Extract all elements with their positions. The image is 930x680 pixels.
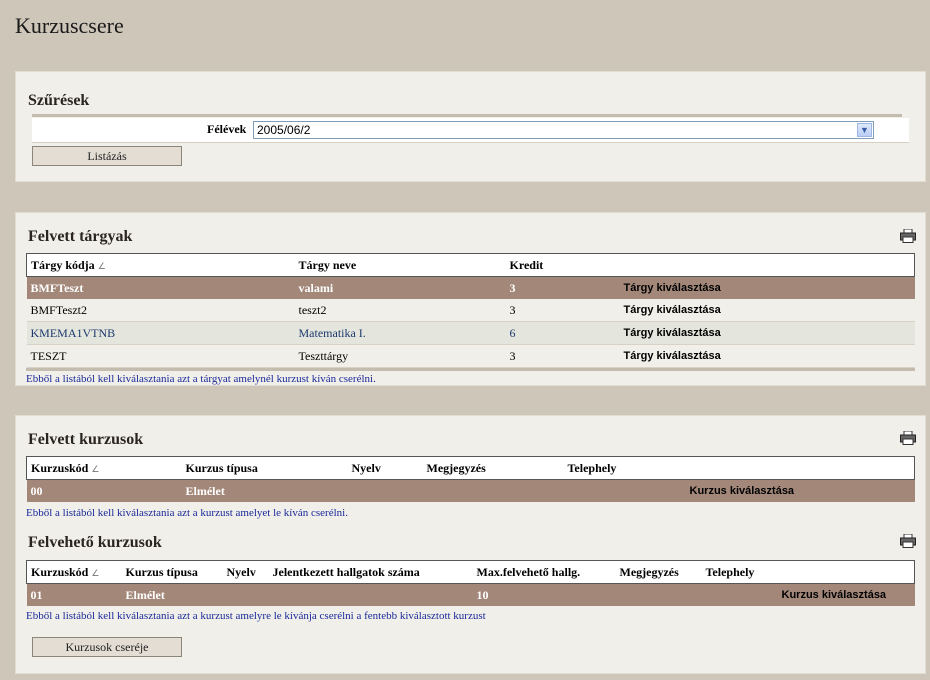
select-subject-link[interactable]: Tárgy kiválasztása (619, 276, 915, 299)
subject-name: teszt2 (294, 299, 506, 322)
printer-icon[interactable] (900, 534, 916, 548)
printer-icon[interactable] (900, 229, 916, 243)
course-language (347, 479, 423, 502)
courses-panel: Felvett kurzusok Kurzuskód ∠ Kurzus típu… (15, 415, 926, 674)
col-subject-name: Tárgy neve (294, 253, 506, 277)
semester-filter-row: Félévek 2005/06/2 ▼ (32, 118, 909, 143)
sort-ascending-icon[interactable]: ∠ (98, 261, 106, 271)
course-code: 00 (26, 479, 182, 502)
taken-courses-table: Kurzuskód ∠ Kurzus típusa Nyelv Megjegyz… (26, 456, 915, 502)
select-subject-link[interactable]: Tárgy kiválasztása (619, 344, 915, 368)
available-courses-hint: Ebből a listából kell kiválasztania azt … (26, 610, 486, 622)
course-site (563, 479, 686, 502)
course-note (615, 583, 702, 606)
table-row[interactable]: TESZT Teszttárgy 3 Tárgy kiválasztása (26, 344, 915, 368)
col-site: Telephely (563, 456, 686, 480)
col-note: Megjegyzés (422, 456, 564, 480)
col-course-type: Kurzus típusa (181, 456, 348, 480)
filters-title: Szűrések (28, 92, 90, 109)
table-row[interactable]: 00 Elmélet Kurzus kiválasztása (26, 479, 915, 502)
col-subject-code[interactable]: Tárgy kódja ∠ (26, 253, 295, 277)
course-applied (268, 583, 473, 606)
subjects-divider (26, 368, 915, 371)
subject-code: BMFTeszt2 (26, 299, 295, 322)
printer-icon[interactable] (900, 431, 916, 445)
subjects-table: Tárgy kódja ∠ Tárgy neve Kredit BMFTeszt… (26, 253, 915, 368)
select-course-link[interactable]: Kurzus kiválasztása (685, 479, 915, 502)
subject-credit: 3 (505, 276, 620, 299)
taken-courses-header-row: Kurzuskód ∠ Kurzus típusa Nyelv Megjegyz… (26, 456, 915, 480)
subject-code: KMEMA1VTNB (26, 321, 295, 345)
table-row[interactable]: BMFTeszt valami 3 Tárgy kiválasztása (26, 276, 915, 299)
col-language: Nyelv (222, 560, 269, 584)
filters-divider (32, 114, 902, 117)
semester-select[interactable]: 2005/06/2 ▼ (253, 121, 874, 139)
subject-name: valami (294, 276, 506, 299)
course-code: 01 (26, 583, 122, 606)
available-courses-title: Felvehető kurzusok (28, 534, 162, 551)
semester-label: Félévek (207, 122, 247, 136)
col-course-code[interactable]: Kurzuskód ∠ (26, 560, 122, 584)
table-row[interactable]: KMEMA1VTNB Matematika I. 6 Tárgy kiválas… (26, 321, 915, 345)
course-type: Elmélet (121, 583, 223, 606)
taken-courses-title: Felvett kurzusok (28, 431, 144, 448)
course-language (222, 583, 269, 606)
subject-code: TESZT (26, 344, 295, 368)
subject-name: Matematika I. (294, 321, 506, 345)
sort-ascending-icon[interactable]: ∠ (91, 568, 99, 578)
col-course-type: Kurzus típusa (121, 560, 223, 584)
col-action (777, 560, 915, 584)
table-row[interactable]: BMFTeszt2 teszt2 3 Tárgy kiválasztása (26, 299, 915, 322)
available-courses-table: Kurzuskód ∠ Kurzus típusa Nyelv Jelentke… (26, 560, 915, 606)
col-max-students: Max.felvehető hallg. (472, 560, 616, 584)
available-courses-header-row: Kurzuskód ∠ Kurzus típusa Nyelv Jelentke… (26, 560, 915, 584)
subjects-header-row: Tárgy kódja ∠ Tárgy neve Kredit (26, 253, 915, 277)
course-site (701, 583, 778, 606)
course-note (422, 479, 564, 502)
subject-credit: 3 (505, 299, 620, 322)
col-action (619, 253, 915, 277)
subjects-hint: Ebből a listából kell kiválasztania azt … (26, 373, 376, 385)
semester-value: 2005/06/2 (257, 123, 311, 137)
course-max: 10 (472, 583, 616, 606)
swap-courses-button[interactable]: Kurzusok cseréje (32, 637, 182, 657)
select-subject-link[interactable]: Tárgy kiválasztása (619, 321, 915, 345)
subject-credit: 6 (505, 321, 620, 345)
select-course-link[interactable]: Kurzus kiválasztása (777, 583, 915, 606)
col-note: Megjegyzés (615, 560, 702, 584)
subject-credit: 3 (505, 344, 620, 368)
page-title: Kurzuscsere (15, 13, 124, 38)
taken-courses-hint: Ebből a listából kell kiválasztania azt … (26, 507, 348, 519)
list-button[interactable]: Listázás (32, 146, 182, 166)
col-applied-count: Jelentkezett hallgatok száma (268, 560, 473, 584)
subjects-title: Felvett tárgyak (28, 228, 133, 245)
table-row[interactable]: 01 Elmélet 10 Kurzus kiválasztása (26, 583, 915, 606)
course-type: Elmélet (181, 479, 348, 502)
select-subject-link[interactable]: Tárgy kiválasztása (619, 299, 915, 322)
col-course-code[interactable]: Kurzuskód ∠ (26, 456, 182, 480)
col-credit: Kredit (505, 253, 620, 277)
subjects-panel: Felvett tárgyak Tárgy kódja ∠ Tárgy neve… (15, 212, 926, 386)
col-action (685, 456, 915, 480)
col-language: Nyelv (347, 456, 423, 480)
chevron-down-icon[interactable]: ▼ (857, 123, 872, 137)
subject-name: Teszttárgy (294, 344, 506, 368)
filters-panel: Szűrések Félévek 2005/06/2 ▼ Listázás (15, 71, 926, 182)
col-site: Telephely (701, 560, 778, 584)
subject-code: BMFTeszt (26, 276, 295, 299)
sort-ascending-icon[interactable]: ∠ (91, 464, 99, 474)
